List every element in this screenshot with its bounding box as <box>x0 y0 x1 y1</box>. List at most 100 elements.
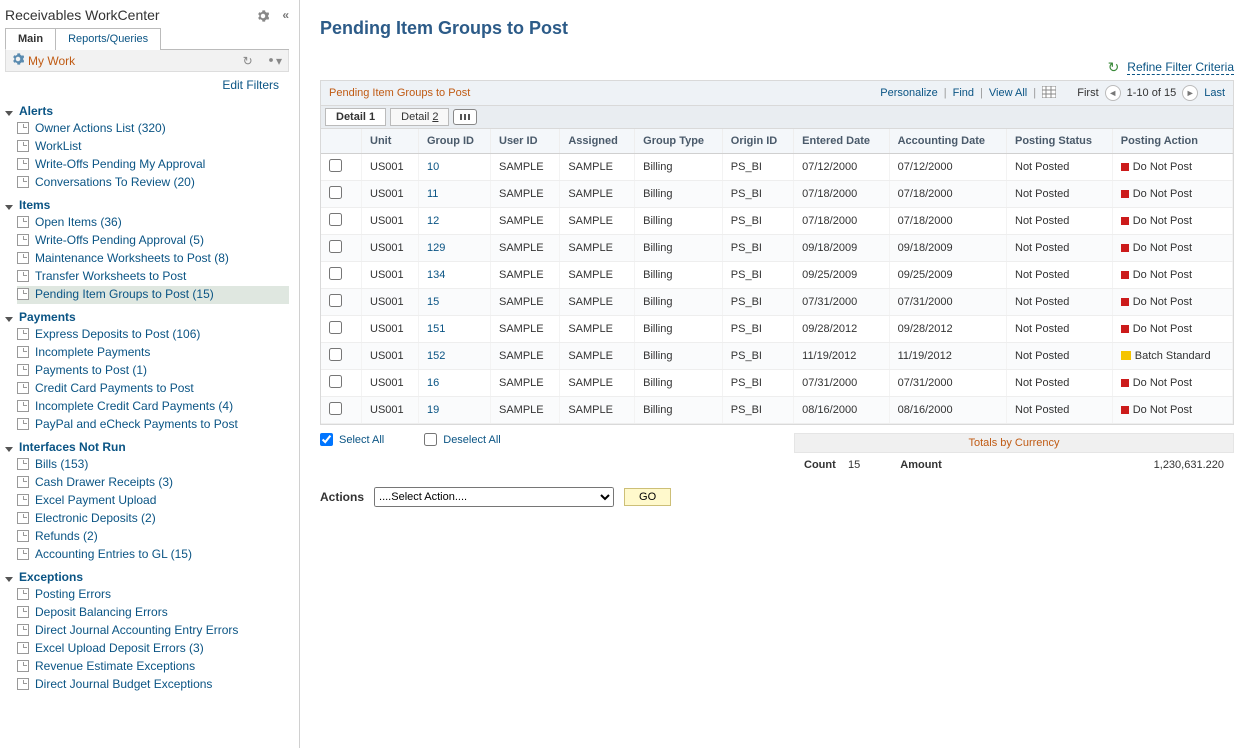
sidebar-item[interactable]: Incomplete Payments <box>17 344 289 362</box>
show-all-columns-icon[interactable] <box>453 109 477 125</box>
group-id-link[interactable]: 10 <box>427 161 439 173</box>
group-id-link[interactable]: 12 <box>427 215 439 227</box>
sidebar-item-label[interactable]: Excel Payment Upload <box>35 493 156 507</box>
deselect-all-checkbox[interactable] <box>424 433 437 446</box>
actions-select[interactable]: ....Select Action.... <box>374 487 614 507</box>
sidebar-item-label[interactable]: Pending Item Groups to Post (15) <box>35 287 214 301</box>
sidebar-item[interactable]: Refunds (2) <box>17 528 289 546</box>
sidebar-item-label[interactable]: Open Items (36) <box>35 215 122 229</box>
row-checkbox[interactable] <box>329 294 342 307</box>
row-checkbox[interactable] <box>329 321 342 334</box>
group-id-link[interactable]: 15 <box>427 296 439 308</box>
sidebar-item-label[interactable]: Electronic Deposits (2) <box>35 511 156 525</box>
sidebar-item-label[interactable]: Owner Actions List (320) <box>35 121 166 135</box>
sidebar-item[interactable]: Excel Upload Deposit Errors (3) <box>17 640 289 658</box>
sidebar-item-label[interactable]: Express Deposits to Post (106) <box>35 327 200 341</box>
sidebar-item-label[interactable]: Cash Drawer Receipts (3) <box>35 475 173 489</box>
sidebar-item-label[interactable]: Direct Journal Accounting Entry Errors <box>35 623 238 637</box>
sidebar-item[interactable]: PayPal and eCheck Payments to Post <box>17 416 289 434</box>
grid-tab-detail2[interactable]: Detail 2 <box>390 108 449 126</box>
sidebar-item-label[interactable]: Accounting Entries to GL (15) <box>35 547 192 561</box>
column-header[interactable]: Posting Action <box>1112 129 1232 154</box>
group-id-link[interactable]: 152 <box>427 350 445 362</box>
sidebar-item-label[interactable]: Write-Offs Pending Approval (5) <box>35 233 204 247</box>
sidebar-item[interactable]: Bills (153) <box>17 456 289 474</box>
personalize-link[interactable]: Personalize <box>880 87 937 99</box>
sidebar-item[interactable]: Owner Actions List (320) <box>17 120 289 138</box>
sidebar-item-label[interactable]: Deposit Balancing Errors <box>35 605 168 619</box>
mywork-link[interactable]: My Work <box>28 54 75 68</box>
sidebar-item-label[interactable]: Write-Offs Pending My Approval <box>35 157 205 171</box>
deselect-all-link[interactable]: Deselect All <box>443 434 500 446</box>
sidebar-item-label[interactable]: Posting Errors <box>35 587 111 601</box>
section-header[interactable]: Items <box>5 196 289 214</box>
section-header[interactable]: Interfaces Not Run <box>5 438 289 456</box>
row-checkbox[interactable] <box>329 213 342 226</box>
gear-icon[interactable] <box>257 8 272 22</box>
sidebar-item-label[interactable]: Payments to Post (1) <box>35 363 147 377</box>
sidebar-item[interactable]: Excel Payment Upload <box>17 492 289 510</box>
sidebar-item[interactable]: Open Items (36) <box>17 214 289 232</box>
find-link[interactable]: Find <box>953 87 974 99</box>
sidebar-item[interactable]: Payments to Post (1) <box>17 362 289 380</box>
sidebar-item-label[interactable]: Revenue Estimate Exceptions <box>35 659 195 673</box>
sidebar-item[interactable]: Maintenance Worksheets to Post (8) <box>17 250 289 268</box>
section-header[interactable]: Payments <box>5 308 289 326</box>
sidebar-item[interactable]: Deposit Balancing Errors <box>17 604 289 622</box>
column-header[interactable]: Entered Date <box>794 129 889 154</box>
column-header[interactable]: Unit <box>362 129 419 154</box>
sidebar-item[interactable]: Posting Errors <box>17 586 289 604</box>
sidebar-item-label[interactable]: WorkList <box>35 139 81 153</box>
sidebar-item[interactable]: Pending Item Groups to Post (15) <box>17 286 289 304</box>
group-id-link[interactable]: 134 <box>427 269 445 281</box>
sidebar-item-label[interactable]: Credit Card Payments to Post <box>35 381 194 395</box>
sidebar-item[interactable]: Direct Journal Budget Exceptions <box>17 676 289 694</box>
column-header[interactable]: User ID <box>491 129 560 154</box>
sidebar-item-label[interactable]: Direct Journal Budget Exceptions <box>35 677 212 691</box>
row-checkbox[interactable] <box>329 402 342 415</box>
refresh-green-icon[interactable]: ↻ <box>1108 59 1120 76</box>
sidebar-item[interactable]: Credit Card Payments to Post <box>17 380 289 398</box>
refresh-icon[interactable]: ↻ <box>243 54 253 68</box>
gear-dropdown-icon[interactable]: ▾ <box>266 54 282 68</box>
viewall-link[interactable]: View All <box>989 87 1027 99</box>
tab-reports-queries[interactable]: Reports/Queries <box>55 28 161 50</box>
group-id-link[interactable]: 19 <box>427 404 439 416</box>
row-checkbox[interactable] <box>329 267 342 280</box>
row-checkbox[interactable] <box>329 375 342 388</box>
sidebar-item[interactable]: Cash Drawer Receipts (3) <box>17 474 289 492</box>
sidebar-item-label[interactable]: PayPal and eCheck Payments to Post <box>35 417 238 431</box>
sidebar-item[interactable]: Revenue Estimate Exceptions <box>17 658 289 676</box>
column-header[interactable]: Group ID <box>418 129 490 154</box>
sidebar-item[interactable]: Conversations To Review (20) <box>17 174 289 192</box>
sidebar-item-label[interactable]: Incomplete Payments <box>35 345 150 359</box>
spreadsheet-icon[interactable] <box>1042 86 1056 101</box>
collapse-icon[interactable]: « <box>282 8 289 22</box>
sidebar-item-label[interactable]: Transfer Worksheets to Post <box>35 269 186 283</box>
sidebar-item[interactable]: Express Deposits to Post (106) <box>17 326 289 344</box>
refine-filter-link[interactable]: Refine Filter Criteria <box>1127 60 1234 75</box>
sidebar-item-label[interactable]: Excel Upload Deposit Errors (3) <box>35 641 204 655</box>
sidebar-item[interactable]: Direct Journal Accounting Entry Errors <box>17 622 289 640</box>
grid-tab-detail1[interactable]: Detail 1 <box>325 108 386 126</box>
column-header[interactable]: Origin ID <box>722 129 793 154</box>
sidebar-item-label[interactable]: Conversations To Review (20) <box>35 175 195 189</box>
sidebar-item[interactable]: Transfer Worksheets to Post <box>17 268 289 286</box>
select-all-link[interactable]: Select All <box>339 434 384 446</box>
sidebar-item[interactable]: WorkList <box>17 138 289 156</box>
group-id-link[interactable]: 11 <box>427 188 438 200</box>
sidebar-item[interactable]: Incomplete Credit Card Payments (4) <box>17 398 289 416</box>
edit-filters-link[interactable]: Edit Filters <box>222 78 279 92</box>
group-id-link[interactable]: 129 <box>427 242 445 254</box>
section-header[interactable]: Exceptions <box>5 568 289 586</box>
last-link[interactable]: Last <box>1204 87 1225 99</box>
tab-main[interactable]: Main <box>5 28 56 50</box>
row-checkbox[interactable] <box>329 186 342 199</box>
sidebar-item-label[interactable]: Maintenance Worksheets to Post (8) <box>35 251 229 265</box>
sidebar-item[interactable]: Electronic Deposits (2) <box>17 510 289 528</box>
sidebar-item[interactable]: Accounting Entries to GL (15) <box>17 546 289 564</box>
group-id-link[interactable]: 151 <box>427 323 445 335</box>
sidebar-item[interactable]: Write-Offs Pending Approval (5) <box>17 232 289 250</box>
prev-page-icon[interactable]: ◄ <box>1105 85 1121 101</box>
row-checkbox[interactable] <box>329 348 342 361</box>
